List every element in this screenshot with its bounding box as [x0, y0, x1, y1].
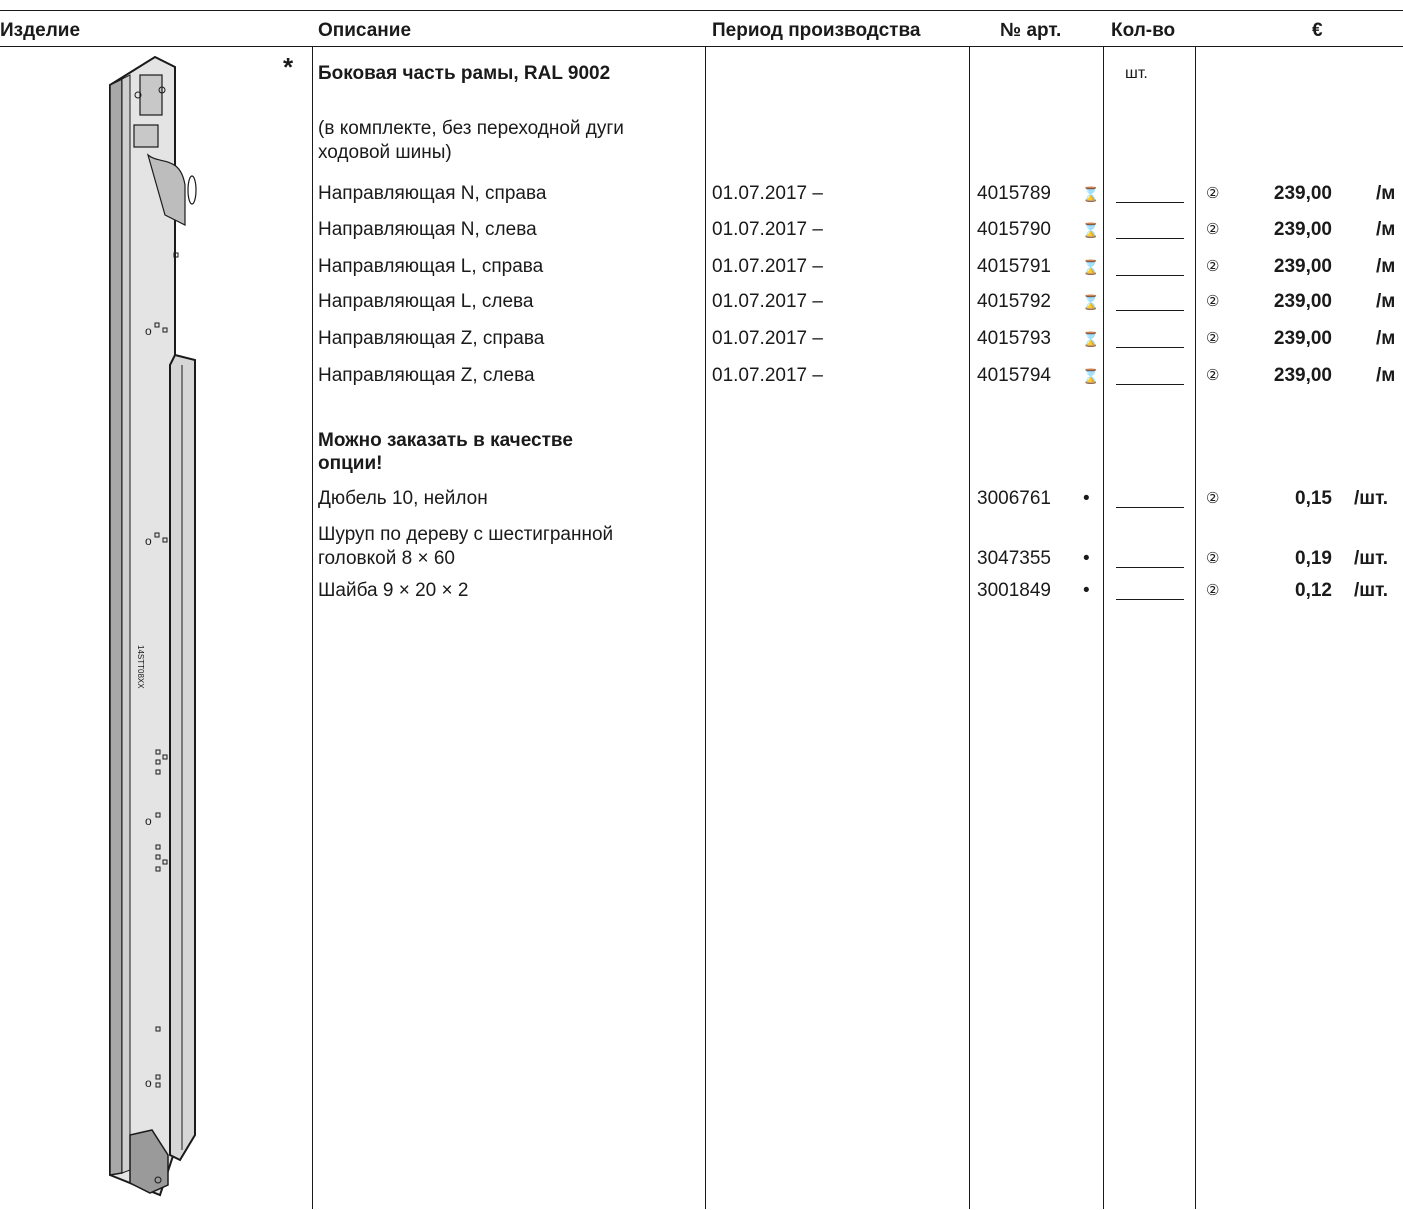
- hourglass-icon: ⌛: [1082, 331, 1100, 347]
- row-price: 239,00: [1273, 328, 1332, 349]
- option-unit: /шт.: [1354, 548, 1389, 569]
- svg-text:o: o: [145, 534, 152, 548]
- option-row: головкой 8 × 60 3047355 • ② 0,19 /шт.: [0, 548, 1403, 570]
- price-group: ②: [1206, 490, 1220, 507]
- row-description: Направляющая Z, справа: [318, 328, 545, 349]
- option-price: 0,19: [1295, 548, 1332, 569]
- option-unit: /шт.: [1354, 488, 1389, 509]
- qty-input[interactable]: [1116, 202, 1184, 203]
- row-article: 4015792: [977, 291, 1051, 312]
- table-row: Направляющая N, справа 01.07.2017 – 4015…: [0, 183, 1403, 205]
- price-group: ②: [1206, 367, 1220, 384]
- row-period: 01.07.2017 –: [712, 291, 823, 312]
- section-note-line-2: ходовой шины): [318, 142, 452, 163]
- bullet-icon: •: [1083, 488, 1090, 509]
- price-group: ②: [1206, 330, 1220, 347]
- qty-input[interactable]: [1116, 275, 1184, 276]
- bullet-icon: •: [1083, 580, 1090, 601]
- row-article: 4015793: [977, 328, 1051, 349]
- row-unit: /м: [1376, 328, 1396, 349]
- section-title: Боковая часть рамы, RAL 9002: [318, 63, 611, 84]
- option-row: Дюбель 10, нейлон 3006761 • ② 0,15 /шт.: [0, 488, 1403, 510]
- price-group: ②: [1206, 550, 1220, 567]
- table-row: Направляющая L, справа 01.07.2017 – 4015…: [0, 256, 1403, 278]
- row-unit: /м: [1376, 219, 1396, 240]
- row-period: 01.07.2017 –: [712, 183, 823, 204]
- table-row: Направляющая Z, справа 01.07.2017 – 4015…: [0, 328, 1403, 350]
- bullet-icon: •: [1083, 548, 1090, 569]
- table-row: Направляющая Z, слева 01.07.2017 – 40157…: [0, 365, 1403, 387]
- hourglass-icon: ⌛: [1082, 368, 1100, 384]
- row-description: Направляющая N, справа: [318, 183, 547, 204]
- option-description: Шуруп по дереву с шестигранной: [318, 524, 614, 545]
- price-group: ②: [1206, 185, 1220, 202]
- option-article: 3001849: [977, 580, 1051, 601]
- row-unit: /м: [1376, 365, 1396, 386]
- options-title-line-2: опции!: [318, 453, 383, 474]
- top-rule: [0, 10, 1403, 11]
- row-article: 4015791: [977, 256, 1051, 277]
- hourglass-icon: ⌛: [1082, 222, 1100, 238]
- row-description: Направляющая L, слева: [318, 291, 534, 312]
- row-price: 239,00: [1273, 256, 1332, 277]
- header-qty: Кол-во: [1111, 20, 1176, 41]
- qty-input[interactable]: [1116, 310, 1184, 311]
- header-rule: [0, 46, 1403, 47]
- row-price: 239,00: [1273, 291, 1332, 312]
- header-product: Изделие: [0, 20, 81, 41]
- qty-input[interactable]: [1116, 384, 1184, 385]
- option-unit: /шт.: [1354, 580, 1389, 601]
- row-price: 239,00: [1273, 183, 1332, 204]
- header-article: № арт.: [1000, 20, 1062, 41]
- qty-input[interactable]: [1116, 507, 1184, 508]
- section-note-line-1: (в комплекте, без переходной дуги: [318, 118, 624, 139]
- header-description: Описание: [318, 20, 412, 41]
- price-group: ②: [1206, 258, 1220, 275]
- price-group: ②: [1206, 582, 1220, 599]
- qty-input[interactable]: [1116, 599, 1184, 600]
- qty-unit: шт.: [1125, 65, 1148, 82]
- qty-input[interactable]: [1116, 238, 1184, 239]
- row-unit: /м: [1376, 183, 1396, 204]
- option-description: Шайба 9 × 20 × 2: [318, 580, 469, 601]
- option-article: 3006761: [977, 488, 1051, 509]
- row-description: Направляющая Z, слева: [318, 365, 535, 386]
- table-row: Направляющая N, слева 01.07.2017 – 40157…: [0, 219, 1403, 241]
- header-period: Период производства: [712, 20, 921, 41]
- row-article: 4015794: [977, 365, 1051, 386]
- row-period: 01.07.2017 –: [712, 365, 823, 386]
- price-group: ②: [1206, 221, 1220, 238]
- option-price: 0,12: [1295, 580, 1332, 601]
- row-period: 01.07.2017 –: [712, 328, 823, 349]
- svg-text:o: o: [145, 1076, 152, 1090]
- row-unit: /м: [1376, 291, 1396, 312]
- row-period: 01.07.2017 –: [712, 219, 823, 240]
- option-row: Шайба 9 × 20 × 2 3001849 • ② 0,12 /шт.: [0, 580, 1403, 602]
- row-article: 4015790: [977, 219, 1051, 240]
- option-description-line-2: головкой 8 × 60: [318, 548, 455, 569]
- price-group: ②: [1206, 293, 1220, 310]
- required-star: *: [283, 52, 294, 82]
- header-price: €: [1312, 20, 1323, 41]
- row-article: 4015789: [977, 183, 1051, 204]
- hourglass-icon: ⌛: [1082, 186, 1100, 202]
- row-price: 239,00: [1273, 219, 1332, 240]
- qty-input[interactable]: [1116, 347, 1184, 348]
- options-title-line-1: Можно заказать в качестве: [318, 430, 573, 451]
- row-description: Направляющая N, слева: [318, 219, 537, 240]
- svg-text:o: o: [145, 814, 152, 828]
- row-unit: /м: [1376, 256, 1396, 277]
- hourglass-icon: ⌛: [1082, 294, 1100, 310]
- option-article: 3047355: [977, 548, 1051, 569]
- table-row: Направляющая L, слева 01.07.2017 – 40157…: [0, 291, 1403, 313]
- row-period: 01.07.2017 –: [712, 256, 823, 277]
- option-price: 0,15: [1295, 488, 1332, 509]
- row-price: 239,00: [1273, 365, 1332, 386]
- qty-input[interactable]: [1116, 567, 1184, 568]
- row-description: Направляющая L, справа: [318, 256, 544, 277]
- hourglass-icon: ⌛: [1082, 259, 1100, 275]
- svg-text:14STT08XX: 14STT08XX: [136, 645, 145, 689]
- option-description: Дюбель 10, нейлон: [318, 488, 488, 509]
